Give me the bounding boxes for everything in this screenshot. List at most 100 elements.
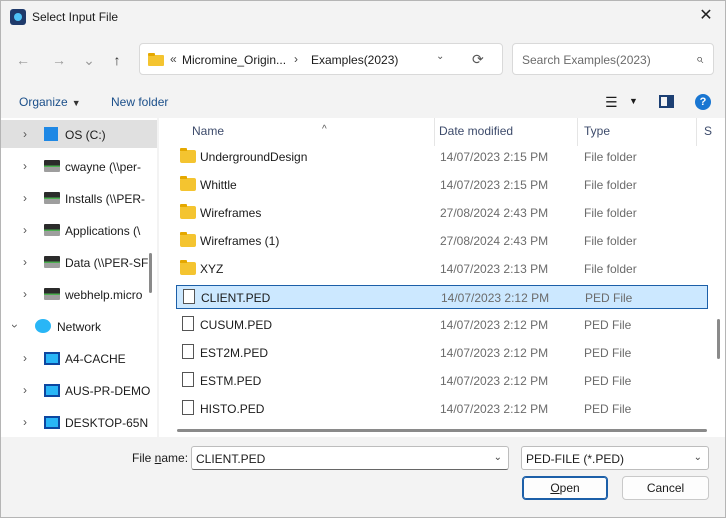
- chevron-right-icon[interactable]: ›: [23, 415, 27, 429]
- sidebar-item-aus-pr-demo[interactable]: › AUS-PR-DEMO: [1, 376, 157, 404]
- column-header-label: Name: [192, 124, 225, 138]
- file-icon: [182, 372, 194, 387]
- back-button[interactable]: ←: [13, 50, 33, 70]
- file-icon: [182, 400, 194, 415]
- navigation-bar: ← → ⌄ ↑ « Micromine_Origin... › Examples…: [1, 41, 725, 77]
- sidebar-item-a4-cache[interactable]: › A4-CACHE: [1, 344, 157, 372]
- chevron-right-icon[interactable]: ›: [23, 127, 27, 141]
- sidebar-item-label: DESKTOP-65N: [65, 416, 149, 430]
- address-dropdown-icon[interactable]: ⌄: [436, 51, 444, 62]
- folder-icon: [148, 53, 164, 66]
- file-date: 14/07/2023 2:12 PM: [440, 374, 549, 388]
- chevron-right-icon[interactable]: ›: [23, 383, 27, 397]
- list-item[interactable]: HISTO.PED 14/07/2023 2:12 PM PED File: [176, 397, 708, 421]
- file-name: CLIENT.PED: [201, 291, 271, 305]
- file-dialog: Select Input File ✕ ← → ⌄ ↑ « Micromine_…: [0, 0, 726, 518]
- file-icon: [183, 289, 195, 304]
- organize-button[interactable]: Organize ▼: [19, 95, 81, 109]
- list-item[interactable]: EST2M.PED 14/07/2023 2:12 PM PED File: [176, 341, 708, 365]
- sort-up-icon: ^: [322, 124, 327, 135]
- chevron-right-icon[interactable]: ›: [23, 223, 27, 237]
- file-type: PED File: [585, 291, 633, 305]
- chevron-down-icon[interactable]: ›: [8, 324, 22, 328]
- file-type: File folder: [584, 150, 637, 164]
- sidebar-item-network[interactable]: › Network: [1, 312, 157, 340]
- chevron-down-icon[interactable]: ⌄: [694, 452, 702, 463]
- chevron-right-icon[interactable]: ›: [23, 159, 27, 173]
- file-name: ESTM.PED: [200, 374, 262, 388]
- sidebar-item-desktop[interactable]: › DESKTOP-65N: [1, 408, 157, 436]
- sidebar-item-cwayne[interactable]: › cwayne (\\per-: [1, 152, 157, 180]
- caret-down-icon[interactable]: ▼: [629, 96, 638, 106]
- column-header-date[interactable]: Date modified: [435, 118, 577, 146]
- file-icon: [182, 316, 194, 331]
- breadcrumb-segment[interactable]: Examples(2023): [311, 53, 398, 67]
- file-name-field[interactable]: CLIENT.PED: [196, 452, 265, 466]
- caret-down-icon: ▼: [71, 98, 81, 108]
- search-icon[interactable]: ⌕: [696, 51, 703, 67]
- network-drive-icon: [44, 192, 60, 204]
- help-icon[interactable]: ?: [695, 94, 711, 110]
- search-box[interactable]: Search Examples(2023) ⌕: [512, 43, 714, 75]
- file-type: PED File: [584, 346, 632, 360]
- chevron-right-icon[interactable]: ›: [23, 191, 27, 205]
- chevron-right-icon[interactable]: ›: [23, 351, 27, 365]
- computer-icon: [44, 416, 60, 429]
- sidebar-item-os-c[interactable]: › OS (C:): [1, 120, 157, 148]
- file-type-select[interactable]: PED-FILE (*.PED) ⌄: [521, 446, 709, 470]
- file-date: 14/07/2023 2:13 PM: [440, 262, 549, 276]
- computer-icon: [44, 384, 60, 397]
- folder-icon: [180, 232, 196, 247]
- sidebar-item-label: Data (\\PER-SF: [65, 256, 149, 270]
- cancel-button[interactable]: Cancel: [622, 476, 709, 500]
- list-item[interactable]: Wireframes 27/08/2024 2:43 PM File folder: [176, 201, 708, 225]
- title-bar: Select Input File ✕: [1, 1, 725, 33]
- list-item[interactable]: Wireframes (1) 27/08/2024 2:43 PM File fol…: [176, 229, 708, 253]
- file-date: 14/07/2023 2:12 PM: [440, 402, 549, 416]
- new-folder-button[interactable]: New folder: [111, 95, 168, 109]
- refresh-icon[interactable]: ⟳: [472, 51, 484, 68]
- recent-locations-button[interactable]: ⌄: [79, 50, 99, 70]
- list-item[interactable]: CUSUM.PED 14/07/2023 2:12 PM PED File: [176, 313, 708, 337]
- list-item[interactable]: ESTM.PED 14/07/2023 2:12 PM PED File: [176, 369, 708, 393]
- up-button[interactable]: ↑: [107, 50, 127, 70]
- close-button[interactable]: ✕: [687, 1, 725, 33]
- list-item[interactable]: Whittle 14/07/2023 2:15 PM File folder: [176, 173, 708, 197]
- file-name: HISTO.PED: [200, 402, 265, 416]
- file-type-value: PED-FILE (*.PED): [526, 452, 625, 466]
- app-icon: [10, 9, 26, 25]
- file-name-combobox[interactable]: CLIENT.PED ⌄: [191, 446, 509, 470]
- chevron-down-icon[interactable]: ⌄: [494, 452, 502, 463]
- sidebar-item-installs[interactable]: › Installs (\\PER-: [1, 184, 157, 212]
- navigation-pane: › OS (C:) › cwayne (\\per- › Installs (\…: [1, 118, 157, 437]
- chevron-right-icon[interactable]: ›: [23, 255, 27, 269]
- sidebar-item-label: Installs (\\PER-: [65, 192, 146, 206]
- sidebar-item-label: cwayne (\\per-: [65, 160, 142, 174]
- file-list-horizontal-scrollbar[interactable]: [177, 429, 707, 432]
- chevron-right-icon[interactable]: ›: [23, 287, 27, 301]
- column-header-type[interactable]: Type: [578, 118, 696, 146]
- list-item-selected[interactable]: CLIENT.PED 14/07/2023 2:12 PM PED File: [176, 285, 708, 309]
- column-header-label: S: [704, 124, 713, 138]
- column-header-name[interactable]: Name ^: [176, 118, 434, 146]
- list-item[interactable]: UndergroundDesign 14/07/2023 2:15 PM File …: [176, 145, 708, 169]
- search-input[interactable]: Search Examples(2023): [522, 53, 651, 67]
- column-header-label: Type: [584, 124, 611, 138]
- view-options-icon[interactable]: ☰: [605, 94, 618, 111]
- sidebar-item-webhelp[interactable]: › webhelp.micro: [1, 280, 157, 308]
- breadcrumb-separator[interactable]: ›: [294, 52, 298, 66]
- list-item[interactable]: XYZ 14/07/2023 2:13 PM File folder: [176, 257, 708, 281]
- address-bar[interactable]: « Micromine_Origin... › Examples(2023) ⌄…: [139, 43, 503, 75]
- preview-pane-icon[interactable]: [659, 95, 674, 108]
- breadcrumb-overflow[interactable]: «: [170, 52, 177, 66]
- breadcrumb-segment[interactable]: Micromine_Origin...: [182, 53, 286, 67]
- forward-button[interactable]: →: [49, 50, 69, 70]
- file-list-vertical-scrollbar[interactable]: [717, 319, 720, 359]
- file-type: File folder: [584, 178, 637, 192]
- file-name: UndergroundDesign: [200, 150, 308, 164]
- sidebar-scrollbar[interactable]: [149, 253, 152, 293]
- column-header-size[interactable]: S: [697, 118, 725, 146]
- sidebar-item-applications[interactable]: › Applications (\: [1, 216, 157, 244]
- open-button[interactable]: Open: [522, 476, 608, 500]
- sidebar-item-data[interactable]: › Data (\\PER-SF: [1, 248, 157, 276]
